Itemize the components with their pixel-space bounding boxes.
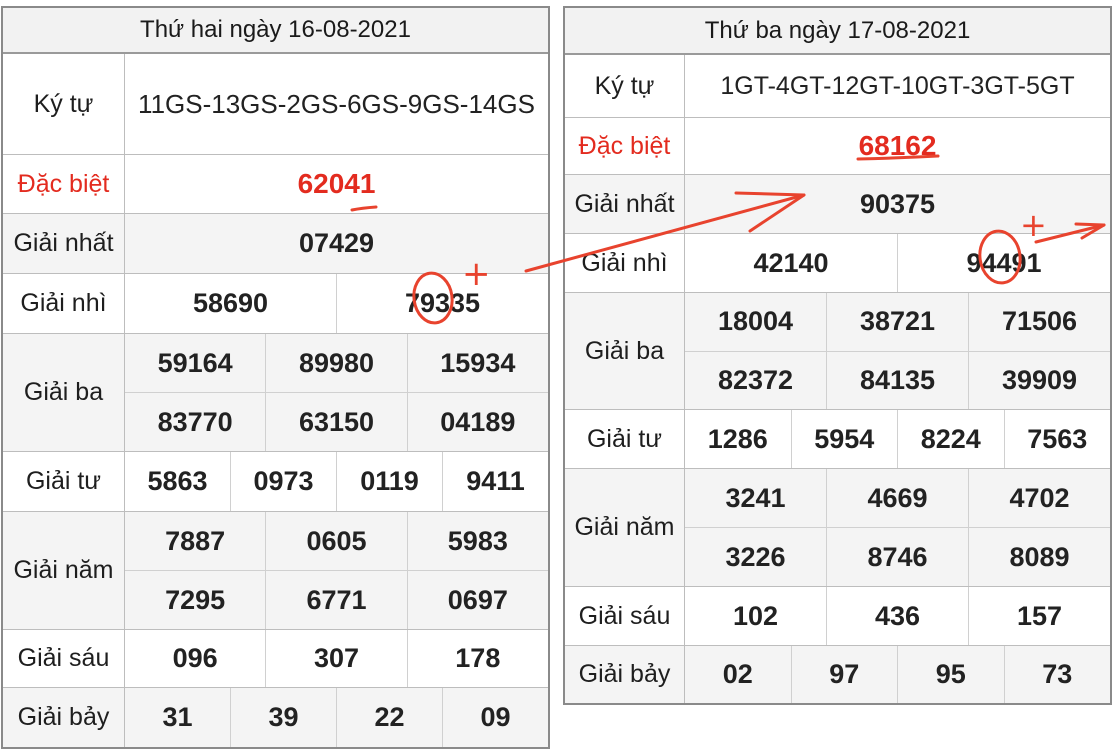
row-giai-sau: Giải sáu 102 436 157: [565, 587, 1110, 646]
prize-number: 7295: [125, 571, 267, 629]
prize-number: 4669: [827, 469, 969, 527]
row-label: Giải nhất: [565, 175, 685, 233]
prize-number: 178: [455, 643, 501, 673]
prize-number: 09: [480, 702, 511, 732]
row-giai-nam: Giải năm 7887 0605 5983 7295 6771 0697: [3, 512, 548, 630]
prize-number: 7887: [125, 512, 267, 570]
prize-number: 90375: [859, 188, 936, 219]
row-label: Giải tư: [565, 410, 685, 468]
table-title: Thứ hai ngày 16-08-2021: [3, 8, 548, 54]
prize-number: 71506: [1001, 306, 1078, 337]
special-prize-number: 68162: [858, 130, 937, 161]
row-label: Giải nhất: [3, 214, 125, 273]
prize-number: 22: [337, 688, 443, 747]
row-label: Giải sáu: [565, 587, 685, 645]
row-label: Giải bảy: [3, 688, 125, 747]
special-prize-number: 62041: [297, 168, 376, 199]
row-label: Ký tự: [3, 54, 125, 154]
results-table-tuesday: Thứ ba ngày 17-08-2021 Ký tự 1GT-4GT-12G…: [563, 6, 1112, 705]
row-ky-tu: Ký tự 11GS-13GS-2GS-6GS-9GS-14GS: [3, 54, 548, 155]
row-label: Giải năm: [565, 469, 685, 586]
ky-tu-value: 11GS-13GS-2GS-6GS-9GS-14GS: [138, 89, 535, 119]
prize-number: 04189: [440, 406, 516, 437]
row-giai-nhi: Giải nhì 42140 94491: [565, 234, 1110, 293]
row-label: Giải năm: [3, 512, 125, 629]
row-giai-bay: Giải bảy 02 97 95 73: [565, 646, 1110, 703]
prize-number: 0119: [337, 452, 443, 511]
row-label: Giải nhì: [3, 274, 125, 333]
row-label: Ký tự: [565, 55, 685, 117]
row-label: Giải ba: [565, 293, 685, 409]
row-dac-biet: Đặc biệt 68162: [565, 118, 1110, 175]
row-giai-nhi: Giải nhì 58690 79335: [3, 274, 548, 334]
prize-number: 95: [898, 646, 1005, 703]
prize-number: 102: [685, 587, 827, 645]
results-table-monday: Thứ hai ngày 16-08-2021 Ký tự 11GS-13GS-…: [1, 6, 550, 749]
row-giai-nhat: Giải nhất 90375: [565, 175, 1110, 234]
row-giai-ba: Giải ba 18004 38721 71506 82372 84135 39…: [565, 293, 1110, 410]
prize-number: 0605: [266, 512, 408, 570]
prize-number: 39909: [1001, 364, 1078, 395]
row-label: Giải ba: [3, 334, 125, 451]
row-label: Đặc biệt: [565, 118, 685, 174]
prize-number: 3241: [685, 469, 827, 527]
prize-number: 97: [792, 646, 898, 703]
prize-number: 02: [685, 646, 792, 703]
prize-number: 83770: [125, 393, 267, 451]
prize-number: 89980: [266, 334, 408, 392]
prize-number: 8746: [827, 528, 969, 586]
row-giai-sau: Giải sáu 096 307 178: [3, 630, 548, 688]
prize-number: 3226: [685, 528, 827, 586]
prize-number: 63150: [266, 393, 408, 451]
row-label: Giải nhì: [565, 234, 685, 292]
prize-number: 42140: [685, 234, 898, 292]
prize-number: 5983: [447, 525, 508, 556]
prize-number: 58690: [125, 274, 337, 333]
prize-number: 6771: [266, 571, 408, 629]
prize-number: 31: [125, 688, 231, 747]
row-giai-bay: Giải bảy 31 39 22 09: [3, 688, 548, 747]
prize-number: 5863: [125, 452, 231, 511]
row-ky-tu: Ký tự 1GT-4GT-12GT-10GT-3GT-5GT: [565, 55, 1110, 118]
row-giai-ba: Giải ba 59164 89980 15934 83770 63150 04…: [3, 334, 548, 452]
prize-number: 18004: [685, 293, 827, 351]
table-title: Thứ ba ngày 17-08-2021: [565, 8, 1110, 55]
prize-number: 1286: [685, 410, 792, 468]
prize-number: 9411: [466, 466, 525, 496]
prize-number: 39: [231, 688, 337, 747]
row-label: Giải bảy: [565, 646, 685, 703]
prize-number: 79335: [404, 288, 481, 318]
prize-number: 82372: [685, 351, 827, 409]
prize-number: 5954: [792, 410, 898, 468]
prize-number: 8224: [898, 410, 1005, 468]
row-giai-nam: Giải năm 3241 4669 4702 3226 8746 8089: [565, 469, 1110, 587]
ky-tu-value: 1GT-4GT-12GT-10GT-3GT-5GT: [720, 72, 1075, 100]
prize-number: 59164: [125, 334, 267, 392]
row-giai-tu: Giải tư 1286 5954 8224 7563: [565, 410, 1110, 469]
prize-number: 4702: [1009, 482, 1070, 513]
prize-number: 94491: [966, 247, 1042, 278]
row-giai-tu: Giải tư 5863 0973 0119 9411: [3, 452, 548, 512]
prize-number: 157: [1016, 600, 1063, 631]
row-label: Đặc biệt: [3, 155, 125, 213]
prize-number: 096: [125, 630, 267, 687]
prize-number: 7563: [1027, 423, 1088, 454]
row-giai-nhat: Giải nhất 07429: [3, 214, 548, 274]
prize-number: 307: [266, 630, 408, 687]
prize-number: 0697: [447, 584, 508, 615]
prize-number: 15934: [440, 347, 516, 378]
prize-number: 07429: [298, 228, 375, 258]
row-dac-biet: Đặc biệt 62041: [3, 155, 548, 214]
prize-number: 0973: [231, 452, 337, 511]
prize-number: 8089: [1009, 541, 1070, 572]
prize-number: 73: [1042, 659, 1073, 689]
prize-number: 436: [827, 587, 969, 645]
row-label: Giải sáu: [3, 630, 125, 687]
prize-number: 84135: [827, 351, 969, 409]
prize-number: 38721: [827, 293, 969, 351]
row-label: Giải tư: [3, 452, 125, 511]
